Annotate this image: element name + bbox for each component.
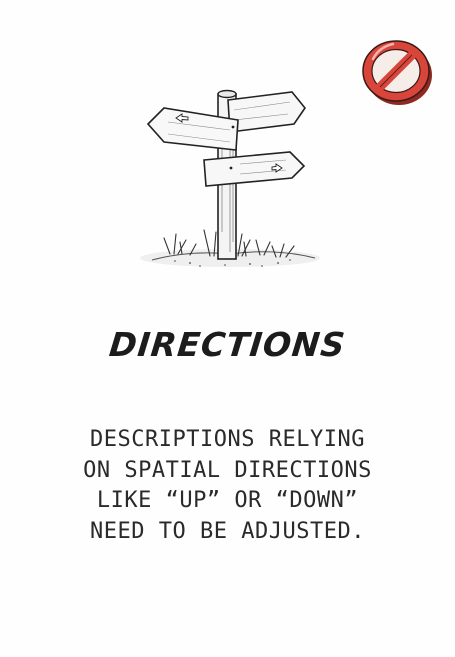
- description-line: LIKE “UP” OR “DOWN”: [96, 488, 359, 513]
- card: DIRECTIONS DESCRIPTIONS RELYING ON SPATI…: [0, 0, 455, 657]
- description-line: DESCRIPTIONS RELYING: [90, 427, 365, 452]
- prohibited-icon: [362, 40, 432, 105]
- card-title: DIRECTIONS: [107, 325, 348, 364]
- card-description: DESCRIPTIONS RELYING ON SPATIAL DIRECTIO…: [40, 425, 415, 547]
- description-line: NEED TO BE ADJUSTED.: [90, 518, 365, 544]
- signpost-icon: [140, 89, 320, 267]
- description-line: ON SPATIAL DIRECTIONS: [83, 457, 372, 483]
